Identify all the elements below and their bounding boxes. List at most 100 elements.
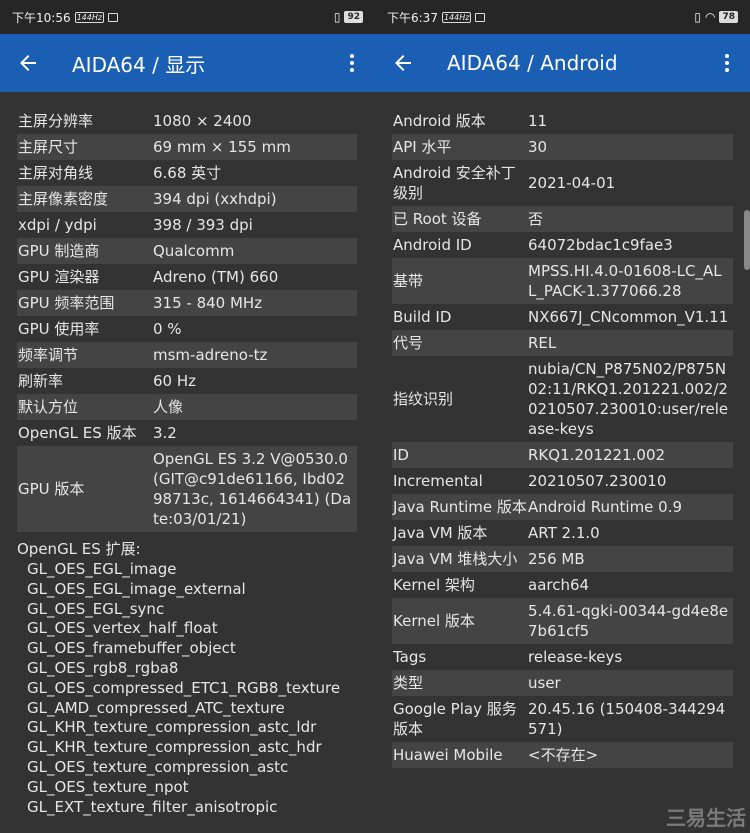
info-row[interactable]: Google Play 服务版本 20.45.16 (150408-3442945… (392, 696, 733, 742)
info-row[interactable]: 默认方位 人像 (17, 394, 357, 420)
info-row[interactable]: Huawei Mobile <不存在> (392, 742, 733, 768)
extension-item: GL_OES_EGL_image_external (27, 579, 246, 598)
info-row[interactable]: Java VM 堆栈大小 256 MB (392, 546, 733, 572)
info-row[interactable]: GPU 渲染器 Adreno (TM) 660 (17, 264, 357, 290)
info-row-label: API 水平 (393, 138, 452, 156)
info-row-value: 20210507.230010 (528, 472, 667, 490)
info-row[interactable]: Android 版本 11 (392, 108, 733, 134)
info-row[interactable]: 主屏尺寸 69 mm × 155 mm (17, 134, 357, 160)
info-row-label: 代号 (393, 334, 424, 352)
info-row-label: 类型 (393, 674, 424, 692)
info-row-value: 1080 × 2400 (153, 112, 252, 130)
info-row[interactable]: 主屏对角线 6.68 英寸 (17, 160, 357, 186)
info-row[interactable]: 刷新率 60 Hz (17, 368, 357, 394)
info-row[interactable]: 基带 MPSS.HI.4.0-01608-LC_ALL_PACK-1.377066… (392, 258, 733, 304)
info-row-value: RKQ1.201221.002 (528, 446, 666, 464)
info-row[interactable]: OpenGL ES 版本 3.2 (17, 420, 357, 446)
info-row-label: Build ID (393, 308, 452, 326)
battery-icon: 78 (719, 11, 738, 23)
status-time: 下午10:56 (12, 10, 71, 25)
info-row[interactable]: 类型 user (392, 670, 733, 696)
image-icon (475, 12, 486, 22)
info-row-value: msm-adreno-tz (153, 346, 268, 364)
info-row-label: 默认方位 (18, 398, 79, 416)
info-row-label: Huawei Mobile (393, 746, 503, 764)
info-row-label: 基带 (393, 272, 424, 290)
info-row[interactable]: Tags release-keys (392, 644, 733, 670)
info-row-value: 否 (528, 210, 544, 228)
info-row-label: Android ID (393, 236, 472, 254)
info-row-label: Java VM 版本 (393, 524, 488, 542)
info-row-value: 2021-04-01 (528, 174, 616, 192)
scrollbar[interactable] (744, 210, 750, 270)
info-row[interactable]: GPU 版本 OpenGL ES 3.2 V@0530.0 (GIT@c91de6… (17, 446, 357, 532)
info-row[interactable]: GPU 使用率 0 % (17, 316, 357, 342)
info-row[interactable]: Kernel 架构 aarch64 (392, 572, 733, 598)
info-row-label: 主屏尺寸 (18, 138, 79, 156)
display-info-list: 主屏分辨率 1080 × 2400 主屏尺寸 69 mm × 155 mm 主屏对角线 6… (0, 92, 375, 817)
info-row[interactable]: xdpi / ydpi 398 / 393 dpi (17, 212, 357, 238)
info-row-label: GPU 渲染器 (18, 268, 100, 286)
info-row-value: aarch64 (528, 576, 590, 594)
info-row[interactable]: 代号 REL (392, 330, 733, 356)
info-row-label: 主屏像素密度 (18, 190, 109, 208)
extension-item: GL_OES_texture_compression_astc (27, 757, 289, 776)
extension-item: GL_OES_texture_npot (27, 777, 189, 796)
info-row[interactable]: 频率调节 msm-adreno-tz (17, 342, 357, 368)
info-row[interactable]: Android 安全补丁级别 2021-04-01 (392, 160, 733, 206)
info-row-value: 256 MB (528, 550, 585, 568)
info-row[interactable]: GPU 频率范围 315 - 840 MHz (17, 290, 357, 316)
info-row-label: 频率调节 (18, 346, 79, 364)
info-row[interactable]: ID RKQ1.201221.002 (392, 442, 733, 468)
app-bar: AIDA64 / Android (375, 34, 750, 92)
extension-item: GL_OES_compressed_ETC1_RGB8_texture (27, 678, 341, 697)
info-row-value: 64072bdac1c9fae3 (528, 236, 673, 254)
extension-item: GL_OES_EGL_image (27, 560, 177, 578)
refresh-rate-icon: 144Hz (74, 11, 105, 23)
info-row-label: Kernel 架构 (393, 576, 475, 594)
info-row-value: 0 % (153, 320, 182, 338)
refresh-rate-icon: 144Hz (441, 11, 472, 23)
info-row-label: Java VM 堆栈大小 (393, 550, 518, 568)
info-row[interactable]: Kernel 版本 5.4.61-qgki-00344-gd4e8e7b61cf5 (392, 598, 733, 644)
left-screen: 下午10:56 144Hz ▯ 92 AIDA64 / 显示 主屏分辨率 1080… (0, 0, 375, 833)
app-bar: AIDA64 / 显示 (0, 34, 375, 92)
back-arrow-icon[interactable] (16, 51, 42, 75)
android-info-list: Android 版本 11 API 水平 30 Android 安全补丁级别 2021-0… (375, 92, 750, 768)
battery-icon: 92 (344, 11, 363, 23)
info-row[interactable]: 主屏像素密度 394 dpi (xxhdpi) (17, 186, 357, 212)
info-row[interactable]: Build ID NX667J_CNcommon_V1.11 (392, 304, 733, 330)
info-row[interactable]: Android ID 64072bdac1c9fae3 (392, 232, 733, 258)
info-row-value: 20.45.16 (150408-344294571) (528, 700, 726, 738)
overflow-menu-icon[interactable] (345, 51, 359, 75)
vibrate-icon: ▯ (333, 10, 341, 24)
watermark-logo: 三易生活 (666, 806, 746, 830)
status-bar: 下午10:56 144Hz ▯ 92 (0, 0, 375, 34)
info-row-value: 3.2 (153, 424, 177, 442)
image-icon (108, 12, 119, 22)
info-row-value: ART 2.1.0 (528, 524, 600, 542)
info-row-value: Qualcomm (153, 242, 235, 260)
info-row[interactable]: Incremental 20210507.230010 (392, 468, 733, 494)
info-row[interactable]: GPU 制造商 Qualcomm (17, 238, 357, 264)
info-row-label: GPU 制造商 (18, 242, 100, 260)
extension-item: GL_KHR_texture_compression_astc_ldr (27, 718, 317, 737)
info-row-value: REL (528, 334, 557, 352)
info-row[interactable]: 已 Root 设备 否 (392, 206, 733, 232)
info-row[interactable]: API 水平 30 (392, 134, 733, 160)
back-arrow-icon[interactable] (391, 51, 417, 75)
overflow-menu-icon[interactable] (720, 51, 734, 75)
info-row-value: 60 Hz (153, 372, 197, 390)
info-row-label: Java Runtime 版本 (393, 498, 527, 516)
info-row[interactable]: Java VM 版本 ART 2.1.0 (392, 520, 733, 546)
info-row-value: release-keys (528, 648, 623, 666)
info-row-value: OpenGL ES 3.2 V@0530.0 (GIT@c91de61166, … (153, 450, 352, 528)
extension-item: GL_OES_vertex_half_float (27, 619, 218, 638)
extension-item: GL_KHR_texture_compression_astc_hdr (27, 738, 322, 757)
info-row[interactable]: 主屏分辨率 1080 × 2400 (17, 108, 357, 134)
info-row-value: nubia/CN_P875N02/P875N02:11/RKQ1.201221.… (528, 360, 729, 438)
info-row[interactable]: 指纹识别 nubia/CN_P875N02/P875N02:11/RKQ1.201… (392, 356, 733, 442)
info-row[interactable]: Java Runtime 版本 Android Runtime 0.9 (392, 494, 733, 520)
info-row-value: NX667J_CNcommon_V1.11 (528, 308, 729, 326)
info-row-value: MPSS.HI.4.0-01608-LC_ALL_PACK-1.377066.2… (528, 262, 722, 300)
